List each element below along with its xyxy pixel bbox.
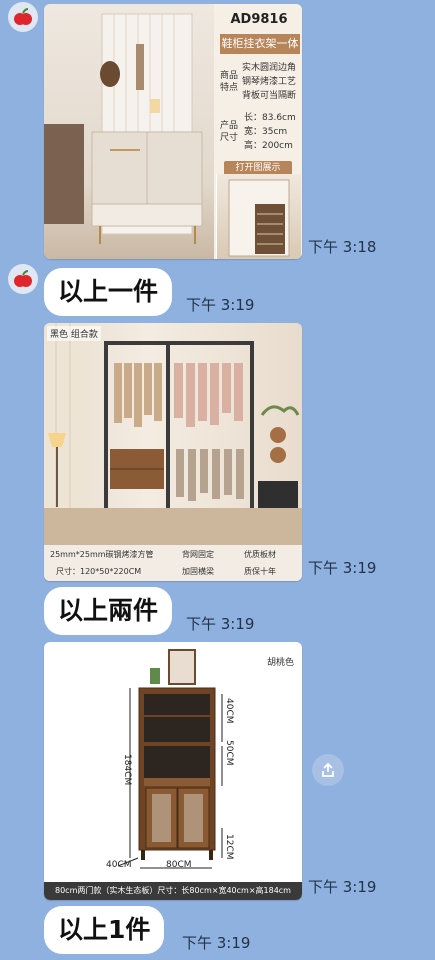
product-code: AD9816 [230,12,288,27]
sender-avatar[interactable] [8,264,38,294]
product-image-shoe-cabinet[interactable]: AD9816 鞋柜挂衣架一体 商品 特点 实木圆润边角 钢琴烤漆工艺 背板可当隔… [44,4,302,259]
product-thumbnail [216,174,301,259]
floor-rug [44,508,302,545]
text-message-bubble[interactable]: 以上1件 [44,906,165,954]
feature-item: 背板可当隔断 [242,91,297,101]
product-image-clothes-rack[interactable]: 黑色 组合款 25mm*25mm碳钢烤漆方管 背网固定 优质板材 尺寸：120*… [44,323,302,581]
dimension-label: 12CM [224,834,234,860]
feature-item: 加固横梁 [182,567,214,576]
product-photo [44,4,222,259]
size-item: 长：83.6cm [244,113,296,123]
text-message-bubble[interactable]: 以上一件 [44,268,173,316]
variant-tag: 黑色 组合款 [47,326,101,341]
product-title: 鞋柜挂衣架一体 [220,34,300,54]
product-caption: 80cm两门款（实木生态板）尺寸：长80cm×宽40cm×高184cm [44,882,302,900]
share-icon [322,762,334,777]
size-label: 产品 [220,121,239,131]
red-apple-icon [14,270,32,287]
dimension-label: 50CM [224,740,234,766]
product-feature-bar: 25mm*25mm碳钢烤漆方管 背网固定 优质板材 尺寸：120*50*220C… [44,545,302,581]
feature-item: 尺寸：120*50*220CM [56,567,142,576]
feature-item: 25mm*25mm碳钢烤漆方管 [50,550,154,559]
feature-item: 实木圆润边角 [242,63,297,73]
cabinet-drawing [117,649,223,869]
size-label: 尺寸 [220,133,239,143]
dimension-label: 40CM [224,698,234,724]
message-time: 下午 3:19 [186,296,255,314]
message-time: 下午 3:19 [186,615,255,633]
feature-item: 钢琴烤漆工艺 [242,77,297,87]
text-message-bubble[interactable]: 以上兩件 [44,587,173,635]
red-apple-icon [14,8,32,25]
message-time: 下午 3:18 [308,238,377,256]
dimension-label: 40CM [106,860,132,870]
message-time: 下午 3:19 [182,934,251,952]
size-item: 宽：35cm [244,127,288,137]
product-image-cabinet[interactable]: 胡桃色 40CM 50CM 184CM 12CM 40CM 80CM 80cm两… [44,642,302,900]
feature-item: 优质板材 [244,550,276,559]
feature-item: 质保十年 [244,567,276,576]
message-time: 下午 3:19 [308,878,377,896]
share-button[interactable] [312,754,344,786]
size-item: 高：200cm [244,141,293,151]
feature-label: 商品 [220,71,239,81]
feature-label: 特点 [220,83,239,93]
dimension-label: 184CM [122,754,132,786]
feature-item: 背网固定 [182,550,214,559]
message-time: 下午 3:19 [308,559,377,577]
sender-avatar[interactable] [8,2,38,32]
dimension-label: 80CM [166,860,192,870]
